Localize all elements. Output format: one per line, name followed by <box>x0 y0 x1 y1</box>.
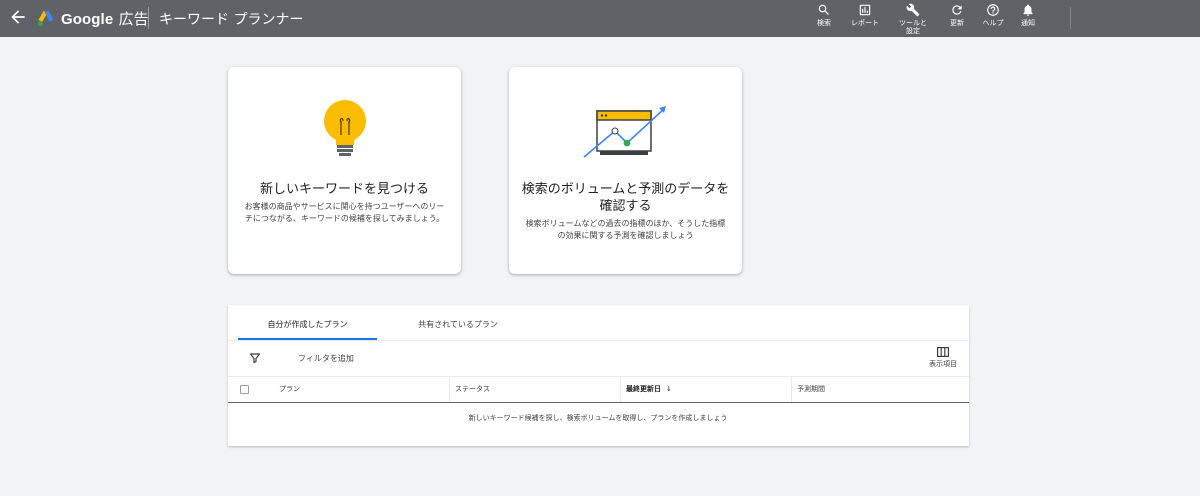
page-title: キーワード プランナー <box>159 12 304 28</box>
refresh-label: 更新 <box>950 19 964 27</box>
columns-label: 表示項目 <box>929 360 957 368</box>
discover-keywords-description: お客様の商品やサービスに関心を持つユーザーへのリーチにつながる、キーワードの候補… <box>244 202 445 223</box>
columns-icon <box>937 347 949 357</box>
columns-button[interactable]: 表示項目 <box>925 347 961 375</box>
search-button[interactable]: 検索 <box>804 2 844 36</box>
discover-keywords-card[interactable]: 新しいキーワードを見つける お客様の商品やサービスに関心を持つユーザーへのリーチ… <box>228 67 461 274</box>
discover-keywords-title: 新しいキーワードを見つける <box>259 182 429 197</box>
trend-chart-icon <box>582 106 666 158</box>
tabs-divider <box>228 340 969 341</box>
column-separator <box>791 377 792 402</box>
empty-state-message: 新しいキーワード候補を探し、検索ボリュームを取得し、プランを作成しましょう <box>468 414 728 422</box>
plans-panel: 自分が作成したプラン 共有されているプラン フィルタを追加 表示項目 プラン ス… <box>228 305 969 446</box>
brand-name[interactable]: Google 広告 <box>61 8 149 29</box>
column-separator <box>620 377 621 402</box>
column-separator <box>449 377 450 402</box>
column-header-forecast-period[interactable]: 予測期間 <box>797 377 825 402</box>
sort-descending-icon: ↓ <box>666 385 672 393</box>
lightbulb-icon <box>323 100 366 156</box>
help-icon <box>987 4 999 16</box>
table-header-rule <box>228 402 969 403</box>
tab-my-plans[interactable]: 自分が作成したプラン <box>238 305 377 340</box>
bell-icon <box>1023 4 1033 16</box>
notifications-label: 通知 <box>1021 19 1035 27</box>
help-button[interactable]: ヘルプ <box>973 2 1013 36</box>
select-all-checkbox[interactable] <box>240 385 249 394</box>
column-header-status[interactable]: ステータス <box>455 377 490 402</box>
top-app-bar: Google 広告 キーワード プランナー 検索 レポート ツールと 設定 更新 <box>0 0 1200 37</box>
plans-table-header: プラン ステータス 最終更新日 ↓ 予測期間 <box>228 377 969 402</box>
tools-settings-button[interactable]: ツールと 設定 <box>893 2 933 36</box>
brand-google: Google <box>61 11 114 28</box>
tools-settings-text: ツールと 設定 <box>899 19 927 35</box>
add-filter-button[interactable]: フィルタを追加 <box>298 353 354 364</box>
brand-product: 広告 <box>118 11 149 28</box>
column-header-last-updated-label: 最終更新日 <box>626 385 661 393</box>
column-header-last-updated[interactable]: 最終更新日 ↓ <box>626 377 672 402</box>
tools-settings-label: ツールと 設定 <box>899 19 927 35</box>
header-divider <box>148 7 149 29</box>
search-volume-forecast-card[interactable]: 検索のボリュームと予測のデータを確認する 検索ボリュームなどの過去の指標のほか、… <box>509 67 742 274</box>
search-label: 検索 <box>817 19 831 27</box>
google-ads-logo-icon <box>37 10 54 26</box>
notifications-button[interactable]: 通知 <box>1008 2 1048 36</box>
search-volume-forecast-description: 検索ボリュームなどの過去の指標のほか、そうした指標の効果に関する予測を確認しまし… <box>525 219 726 240</box>
refresh-icon <box>952 5 962 15</box>
report-label: レポート <box>851 19 879 27</box>
tab-shared-plans[interactable]: 共有されているプラン <box>388 305 528 340</box>
search-volume-forecast-title: 検索のボリュームと予測のデータを確認する <box>521 182 730 214</box>
help-label: ヘルプ <box>982 19 1004 27</box>
report-icon <box>859 4 871 16</box>
report-button[interactable]: レポート <box>845 2 885 36</box>
search-icon <box>818 4 829 15</box>
toolbar-divider <box>1070 7 1071 29</box>
column-header-plan[interactable]: プラン <box>279 377 300 402</box>
filter-icon[interactable] <box>249 352 261 364</box>
refresh-button[interactable]: 更新 <box>937 2 977 36</box>
back-arrow-icon[interactable] <box>8 7 28 27</box>
wrench-icon <box>906 3 920 17</box>
